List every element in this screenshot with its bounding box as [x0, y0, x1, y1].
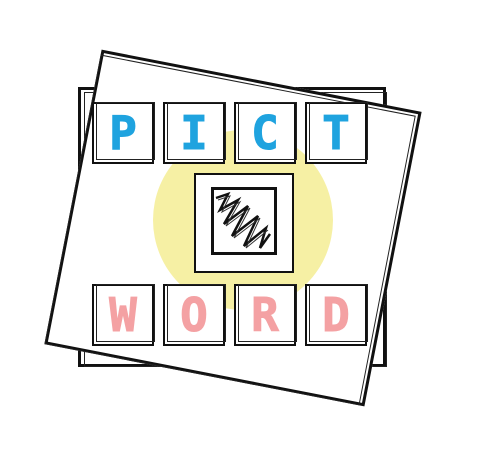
letter-tile-t: T: [305, 102, 368, 164]
letter-tile-i: I: [163, 102, 226, 164]
picture-frame: [194, 173, 294, 273]
tile-letter: R: [251, 288, 280, 342]
zigzag-sketch-icon: [215, 191, 272, 249]
tile-letter: I: [180, 106, 209, 160]
letter-tile-o: O: [163, 284, 226, 346]
tile-letter: P: [109, 106, 138, 160]
letter-tile-d: D: [305, 284, 368, 346]
tile-letter: W: [109, 288, 138, 342]
tile-letter: O: [180, 288, 209, 342]
tile-letter: T: [322, 106, 351, 160]
letter-tile-w: W: [92, 284, 155, 346]
tile-letter: D: [322, 288, 351, 342]
tile-letter: C: [251, 106, 280, 160]
picture-inner: [211, 187, 277, 255]
letter-tile-p: P: [92, 102, 155, 164]
letter-tile-c: C: [234, 102, 297, 164]
letter-tile-r: R: [234, 284, 297, 346]
pictword-logo: P I C T W O R D: [0, 0, 478, 451]
